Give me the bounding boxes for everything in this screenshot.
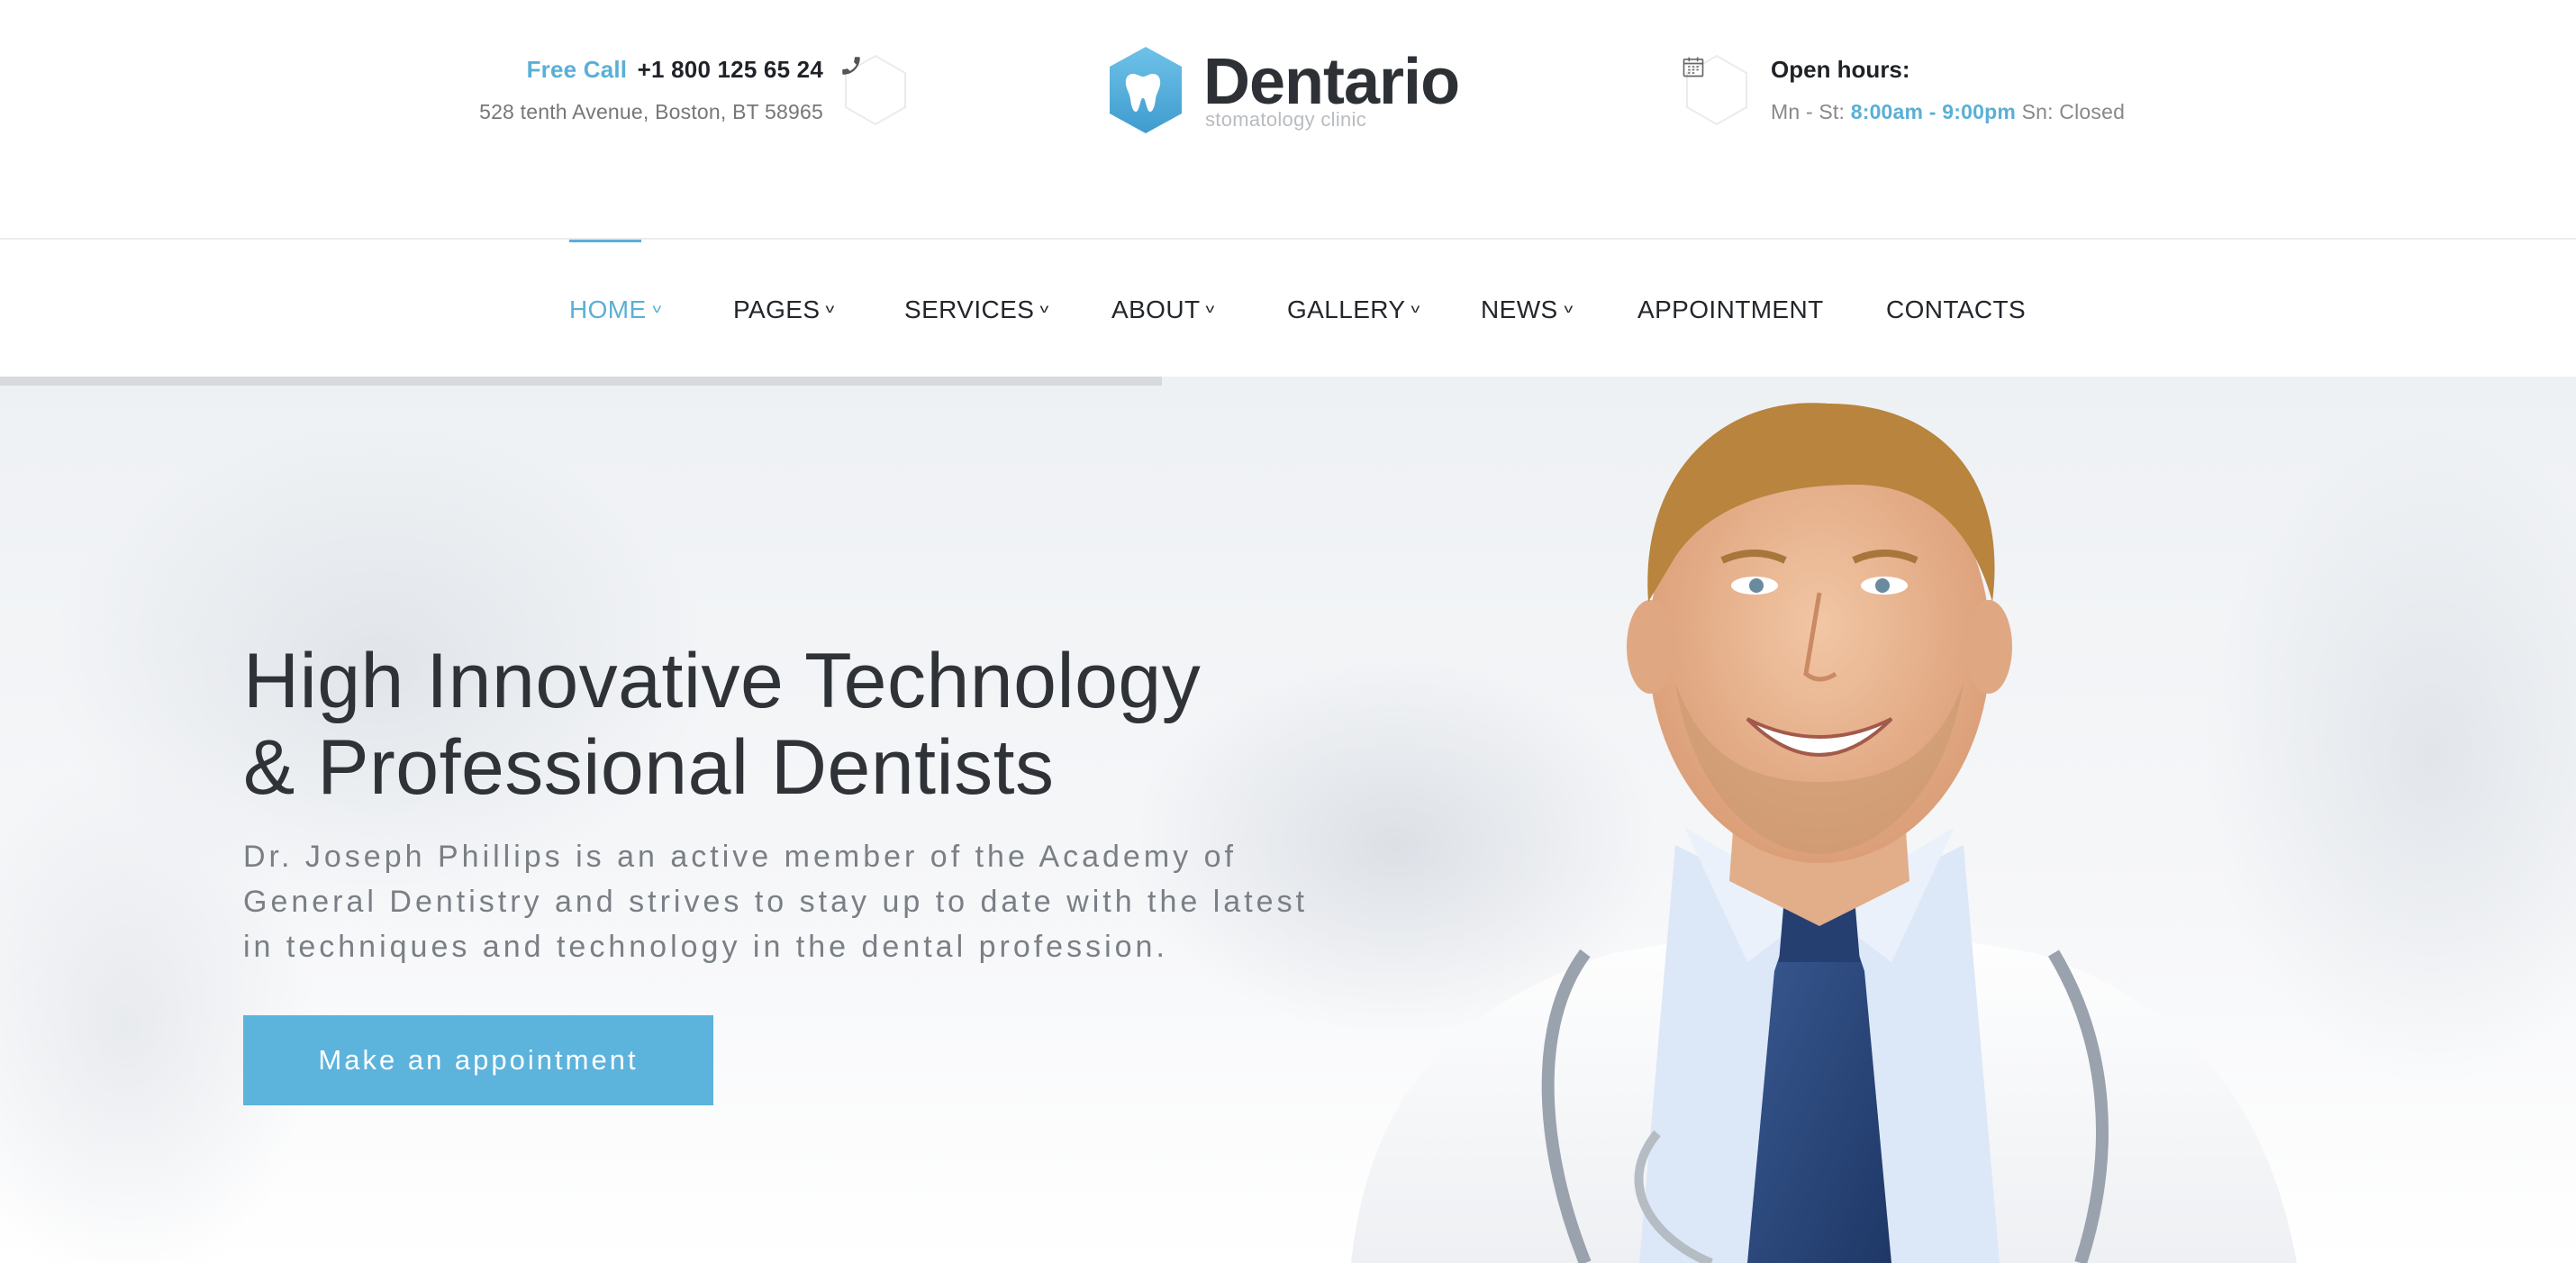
- nav-label: PAGES: [733, 295, 821, 323]
- nav-item-pages[interactable]: PAGES v: [733, 295, 836, 324]
- nav-label: APPOINTMENT: [1637, 295, 1824, 323]
- hero-desc-line: General Dentistry and strives to stay up…: [243, 885, 1309, 919]
- address: 528 tenth Avenue, Boston, BT 58965: [479, 100, 823, 123]
- hero-description: Dr. Joseph Phillips is an active member …: [243, 834, 1378, 969]
- free-call-line: Free Call +1 800 125 65 24: [479, 56, 823, 84]
- hours-time: 8:00am - 9:00pm: [1850, 100, 2016, 123]
- nav-item-services[interactable]: SERVICES v: [904, 295, 1050, 324]
- chevron-down-icon: v: [1410, 301, 1421, 315]
- nav-label: NEWS: [1481, 295, 1558, 323]
- hero-title-line: & Professional Dentists: [243, 724, 1055, 811]
- nav-label: GALLERY: [1287, 295, 1406, 323]
- doctor-image: [1351, 403, 2297, 1263]
- hours-title: Open hours:: [1771, 56, 1910, 83]
- logo-tagline: stomatology clinic: [1205, 108, 1367, 131]
- calendar-badge: [1681, 54, 1753, 126]
- chevron-down-icon: v: [652, 301, 662, 315]
- nav-active-indicator: [569, 240, 641, 242]
- nav-item-about[interactable]: ABOUT v: [1111, 295, 1216, 324]
- site-header: Free Call +1 800 125 65 24 528 tenth Ave…: [0, 0, 2576, 238]
- nav-item-contacts[interactable]: CONTACTS: [1886, 295, 2026, 324]
- hero-title: High Innovative Technology & Professiona…: [243, 638, 1201, 811]
- hours-text: Mn - St: 8:00am - 9:00pm Sn: Closed: [1771, 100, 2125, 124]
- open-hours: Open hours: Mn - St: 8:00am - 9:00pm Sn:…: [1771, 56, 2125, 124]
- calendar-icon: [1681, 54, 1753, 126]
- nav-item-gallery[interactable]: GALLERY v: [1287, 295, 1420, 324]
- make-appointment-button[interactable]: Make an appointment: [243, 1015, 713, 1105]
- logo[interactable]: Dentario stomatology clinic: [1102, 43, 1481, 142]
- hero-title-line: High Innovative Technology: [243, 638, 1202, 724]
- chevron-down-icon: v: [1564, 301, 1574, 315]
- nav-item-appointment[interactable]: APPOINTMENT: [1637, 295, 1824, 324]
- nav-label: HOME: [569, 295, 647, 323]
- hero-desc-line: in techniques and technology in the dent…: [243, 930, 1168, 964]
- phone-number[interactable]: +1 800 125 65 24: [638, 56, 823, 83]
- hours-prefix: Mn - St:: [1771, 100, 1846, 123]
- phone-badge[interactable]: [839, 54, 912, 126]
- slider-progress-bar: [0, 377, 1162, 386]
- hours-suffix: Sn: Closed: [2021, 100, 2126, 123]
- nav-item-news[interactable]: NEWS v: [1481, 295, 1574, 324]
- chevron-down-icon: v: [825, 301, 836, 315]
- nav-label: CONTACTS: [1886, 295, 2027, 323]
- hero-desc-line: Dr. Joseph Phillips is an active member …: [243, 840, 1237, 874]
- hero-slider: High Innovative Technology & Professiona…: [0, 377, 2576, 1263]
- nav-label: SERVICES: [904, 295, 1035, 323]
- free-call-label: Free Call: [526, 56, 628, 83]
- contact-info: Free Call +1 800 125 65 24 528 tenth Ave…: [479, 56, 823, 124]
- chevron-down-icon: v: [1039, 301, 1050, 315]
- tooth-logo-icon: [1110, 47, 1182, 133]
- phone-icon: [839, 54, 912, 126]
- main-nav: HOME v PAGES v SERVICES v ABOUT v GALLERY v N…: [0, 238, 2576, 378]
- nav-item-home[interactable]: HOME v: [569, 295, 662, 324]
- chevron-down-icon: v: [1205, 301, 1216, 315]
- nav-label: ABOUT: [1111, 295, 1201, 323]
